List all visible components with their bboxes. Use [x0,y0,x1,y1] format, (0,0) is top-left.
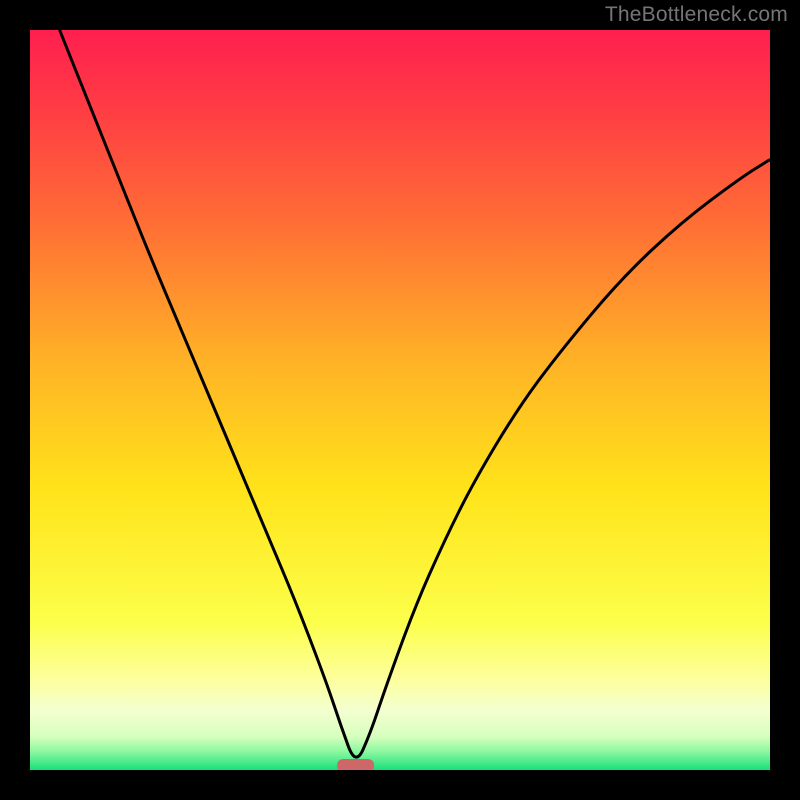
minimum-marker [337,759,374,770]
watermark-text: TheBottleneck.com [605,3,788,27]
plot-area [30,30,770,770]
background-rect [30,30,770,770]
chart-svg [30,30,770,770]
chart-frame: TheBottleneck.com [0,0,800,800]
